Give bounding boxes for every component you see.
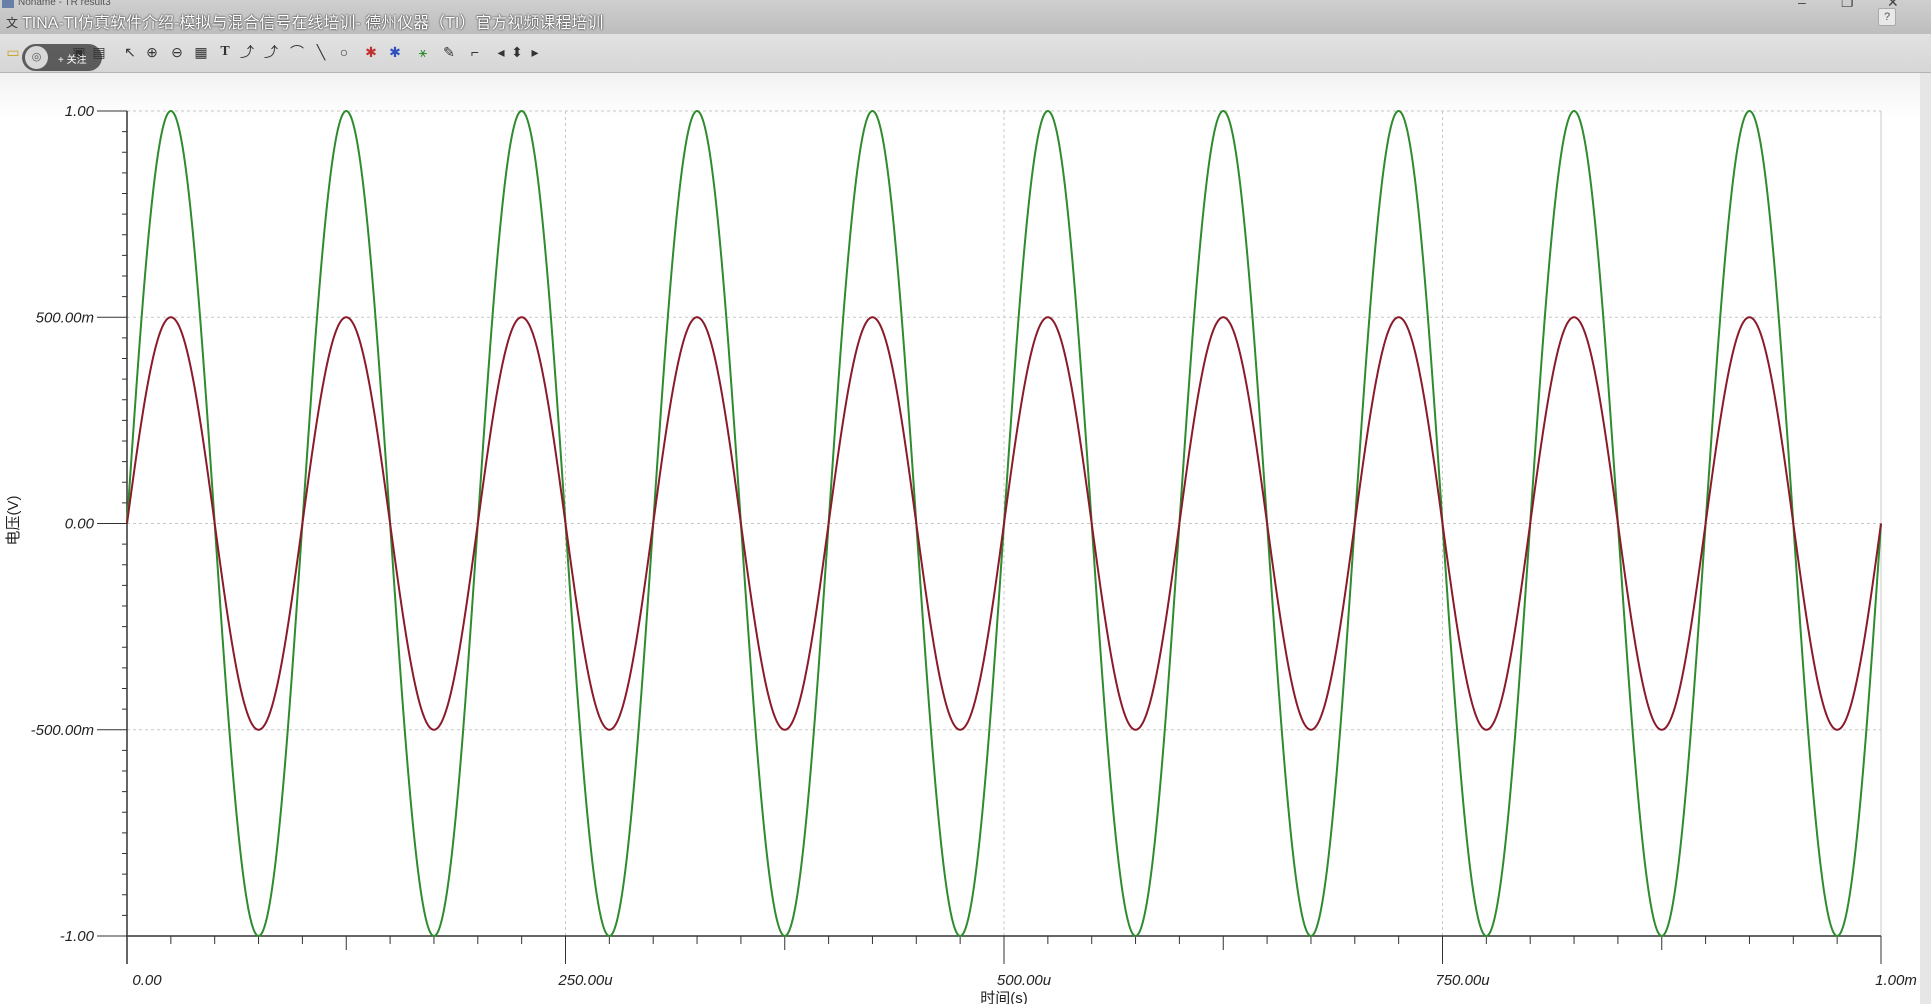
y-tick-label: -500.00m (31, 722, 94, 739)
axes (97, 110, 1882, 964)
y-axis-title: 电压(V) (5, 495, 22, 545)
waveform-chart[interactable]: 0.00 250.00u 500.00u 750.00u 1.00m 1.00 500.00… (0, 0, 1931, 1004)
x-tick-label: 1.00m (1875, 972, 1917, 989)
tick-labels: 0.00 250.00u 500.00u 750.00u 1.00m 1.00 500.00… (31, 103, 1917, 989)
y-tick-label: 1.00 (65, 103, 95, 120)
series-2-line (126, 316, 1882, 731)
y-tick-label: -1.00 (60, 928, 95, 945)
x-tick-label: 500.00u (997, 972, 1052, 989)
x-tick-label: 0.00 (132, 972, 162, 989)
series (126, 109, 1882, 938)
x-tick-label: 750.00u (1435, 972, 1490, 989)
y-tick-label: 0.00 (65, 516, 95, 533)
x-tick-label: 250.00u (557, 972, 613, 989)
x-axis-title: 时间(s) (980, 990, 1028, 1004)
y-tick-label: 500.00m (36, 309, 94, 326)
